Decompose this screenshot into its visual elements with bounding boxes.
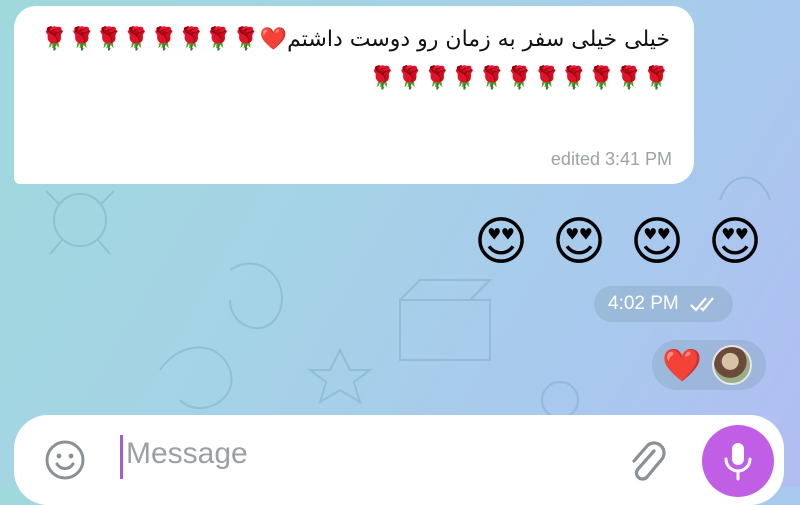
message-time: 4:02 PM xyxy=(608,293,679,314)
heart-reaction: ❤️ xyxy=(662,346,702,384)
text-cursor xyxy=(120,435,123,479)
message-edited-time: edited 3:41 PM xyxy=(550,149,672,169)
incoming-message-bubble[interactable]: خیلی خیلی سفر به زمان رو دوست داشتم❤️🌹🌹🌹… xyxy=(14,6,694,184)
smile-icon[interactable] xyxy=(44,439,86,481)
microphone-icon xyxy=(724,443,752,481)
outgoing-emoji-message[interactable]: 😍 😍 😍 😍 xyxy=(470,212,766,272)
double-check-icon xyxy=(689,297,714,312)
reaction-pill[interactable]: ❤️ xyxy=(652,340,766,390)
message-composer: Message xyxy=(14,415,784,505)
avatar[interactable] xyxy=(711,345,752,385)
heart-eyes-emoji: 😍 xyxy=(629,212,685,272)
heart-eyes-emoji: 😍 xyxy=(707,212,763,272)
microphone-button[interactable] xyxy=(702,425,774,497)
heart-eyes-emoji: 😍 xyxy=(551,212,607,272)
heart-eyes-emoji: 😍 xyxy=(473,212,529,272)
paperclip-icon[interactable] xyxy=(624,439,670,485)
message-text: خیلی خیلی سفر به زمان رو دوست داشتم❤️🌹🌹🌹… xyxy=(40,27,670,91)
message-time-pill: 4:02 PM xyxy=(594,286,733,322)
message-input[interactable]: Message xyxy=(126,437,248,471)
